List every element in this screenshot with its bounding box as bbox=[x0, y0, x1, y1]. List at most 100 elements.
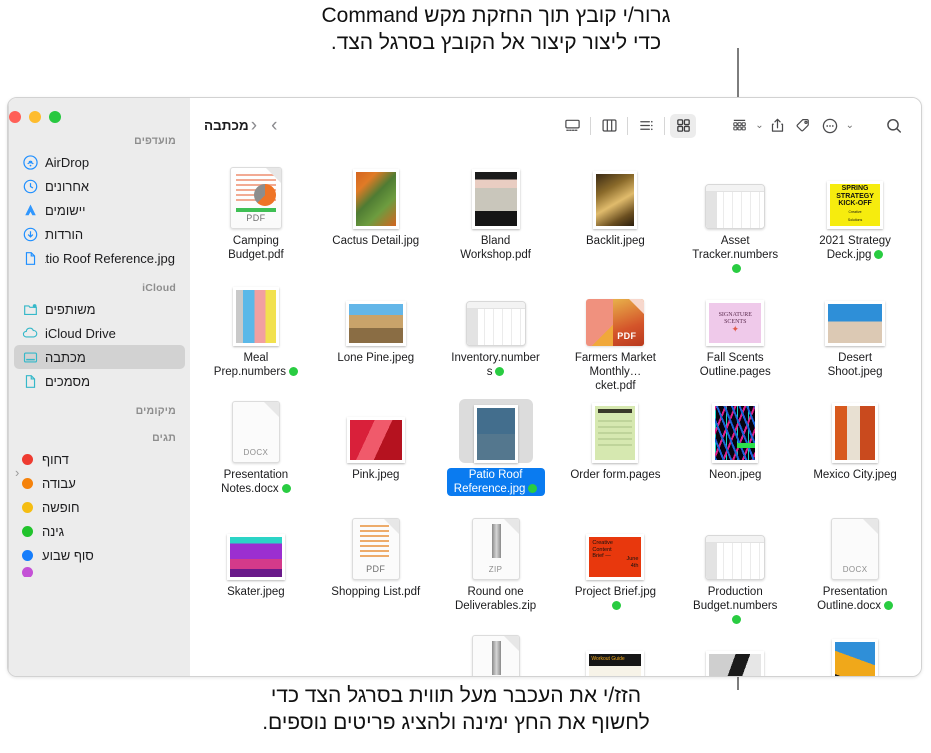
file-item[interactable]: PDF Camping Budget.pdf bbox=[196, 161, 316, 278]
file-thumbnail: PDF bbox=[578, 282, 652, 346]
group-by-button[interactable] bbox=[726, 114, 752, 138]
file-item[interactable] bbox=[675, 629, 795, 676]
file-item[interactable] bbox=[436, 629, 556, 676]
file-item[interactable] bbox=[196, 629, 316, 676]
tag-dot-red bbox=[22, 453, 33, 465]
tag-dot-green bbox=[281, 484, 291, 493]
file-item[interactable]: PDF Farmers Market Monthly…cket.pdf bbox=[556, 278, 676, 395]
zip-label: ZIP bbox=[488, 565, 503, 574]
back-button[interactable]: ‹ bbox=[251, 115, 257, 137]
chevron-left-icon[interactable]: ‹ bbox=[15, 466, 19, 479]
list-view-button[interactable] bbox=[633, 114, 659, 138]
sidebar-item-airdrop[interactable]: AirDrop bbox=[14, 150, 185, 174]
finder-window: מועדפים AirDrop אחרונים יישומים הורדות t… bbox=[7, 97, 922, 677]
minimize-button[interactable] bbox=[29, 111, 41, 123]
file-item[interactable]: SIGNATURE SCENTS ✦ Fall Scents Outline.pag… bbox=[675, 278, 795, 395]
docx-label: DOCX bbox=[842, 565, 868, 574]
file-item[interactable]: Backlit.jpeg bbox=[556, 161, 676, 278]
maximize-button[interactable] bbox=[49, 111, 61, 123]
file-item[interactable]: Desert Shoot.jpeg bbox=[795, 278, 915, 395]
group-by-control: ⌄ bbox=[726, 114, 764, 138]
forward-button[interactable]: › bbox=[271, 115, 277, 137]
file-item[interactable]: Skater.jpeg bbox=[196, 512, 316, 629]
sidebar-item-applications[interactable]: יישומים bbox=[14, 198, 185, 222]
tag-dot-blue bbox=[22, 549, 33, 561]
sidebar-item-desktop[interactable]: מכתבה bbox=[14, 345, 185, 369]
file-item[interactable]: Bland Workshop.pdf bbox=[436, 161, 556, 278]
sidebar-item-shared[interactable]: משותפים bbox=[14, 297, 185, 321]
file-item[interactable]: Inventory.numbers bbox=[436, 278, 556, 395]
sidebar-tag-work[interactable]: עבודה bbox=[14, 471, 185, 495]
sidebar-item-documents[interactable]: מסמכים bbox=[14, 369, 185, 393]
file-item[interactable]: Lone Pine.jpeg bbox=[316, 278, 436, 395]
document-icon bbox=[22, 373, 38, 389]
file-item[interactable]: Cactus Detail.jpg bbox=[316, 161, 436, 278]
file-item[interactable]: Neon.jpeg bbox=[675, 395, 795, 512]
sidebar-item-downloads[interactable]: הורדות bbox=[14, 222, 185, 246]
document-icon bbox=[22, 250, 38, 266]
sidebar-tag-partial[interactable] bbox=[14, 567, 185, 577]
gallery-view-button[interactable] bbox=[559, 114, 585, 138]
file-item[interactable]: Workout Guide bbox=[556, 629, 676, 676]
chevron-down-icon[interactable]: ⌄ bbox=[846, 120, 854, 131]
file-name: Backlit.jpeg bbox=[586, 235, 645, 247]
file-thumbnail bbox=[219, 282, 293, 346]
toolbar-separator bbox=[627, 116, 629, 135]
file-item[interactable]: Production Budget.numbers bbox=[675, 512, 795, 629]
file-thumbnail bbox=[578, 165, 652, 229]
file-name: Skater.jpeg bbox=[227, 586, 285, 598]
sidebar-item-label: משותפים bbox=[45, 301, 96, 317]
file-thumbnail bbox=[818, 399, 892, 463]
file-item[interactable]: PDF Shopping List.pdf bbox=[316, 512, 436, 629]
file-name: Farmers Market Monthly…cket.pdf bbox=[574, 352, 656, 392]
file-name: Patio Roof Reference.jpg bbox=[446, 468, 545, 496]
sidebar-item-icloud-drive[interactable]: iCloud Drive bbox=[14, 321, 185, 345]
sidebar-item-patio-roof-reference[interactable]: Patio Roof Reference.jpg bbox=[14, 246, 185, 270]
file-grid-container[interactable]: PDF Camping Budget.pdf Cactus Detail.jpg bbox=[190, 153, 921, 676]
sidebar-tag-vacation[interactable]: חופשה bbox=[14, 495, 185, 519]
file-thumbnail bbox=[219, 633, 293, 676]
file-item-selected[interactable]: Patio Roof Reference.jpg bbox=[436, 395, 556, 512]
file-thumbnail bbox=[698, 633, 772, 676]
sidebar-tag-weekend[interactable]: סוף שבוע bbox=[14, 543, 185, 567]
more-actions-button[interactable] bbox=[817, 114, 843, 138]
file-thumbnail: PDF bbox=[339, 516, 413, 580]
icon-view-button[interactable] bbox=[670, 113, 697, 138]
file-name: Shopping List.pdf bbox=[331, 586, 421, 598]
sidebar-tag-urgent[interactable]: דחוף bbox=[14, 447, 185, 471]
tag-dot-orange bbox=[22, 477, 33, 489]
sidebar-tag-garden[interactable]: גינה bbox=[14, 519, 185, 543]
file-name: 2021 Strategy Deck.jpg bbox=[806, 234, 904, 262]
file-item[interactable]: Mexico City.jpeg bbox=[795, 395, 915, 512]
file-item[interactable]: DOCX Presentation Outline.docx bbox=[795, 512, 915, 629]
file-item[interactable] bbox=[795, 629, 915, 676]
search-button[interactable] bbox=[881, 114, 907, 138]
more-control: ⌄ bbox=[817, 114, 855, 138]
file-item[interactable]: Pink.jpeg bbox=[316, 395, 436, 512]
file-item[interactable] bbox=[316, 629, 436, 676]
tag-dot-green bbox=[612, 601, 622, 610]
file-item[interactable]: ZIP Round one Deliverables.zip bbox=[436, 512, 556, 629]
tag-dot-green bbox=[289, 367, 299, 376]
close-button[interactable] bbox=[9, 111, 21, 123]
file-item[interactable]: Order form.pages bbox=[556, 395, 676, 512]
file-item[interactable]: Creative Content Brief — June 4th Project B… bbox=[556, 512, 676, 629]
tag-button[interactable] bbox=[791, 114, 817, 138]
tag-dot-green bbox=[495, 367, 505, 376]
sidebar-item-label: סוף שבוע bbox=[42, 547, 94, 563]
file-item[interactable]: DOCX Presentation Notes.docx bbox=[196, 395, 316, 512]
column-view-button[interactable] bbox=[596, 114, 622, 138]
file-item[interactable]: Asset Tracker.numbers bbox=[675, 161, 795, 278]
file-name-text: Presentation Notes.docx bbox=[221, 469, 289, 495]
sidebar-item-label: גינה bbox=[42, 523, 65, 539]
file-thumbnail bbox=[698, 399, 772, 463]
file-item[interactable]: Meal Prep.numbers bbox=[196, 278, 316, 395]
file-thumbnail: DOCX bbox=[818, 516, 892, 580]
downloads-icon bbox=[22, 226, 38, 242]
sidebar-item-recents[interactable]: אחרונים bbox=[14, 174, 185, 198]
file-name-text: Patio Roof Reference.jpg bbox=[453, 469, 526, 495]
file-item[interactable]: SPRING STRATEGY KICK-OFF Creative Solutions … bbox=[795, 161, 915, 278]
share-button[interactable] bbox=[765, 114, 791, 138]
chevron-down-icon[interactable]: ⌄ bbox=[755, 120, 763, 131]
tag-dot-green bbox=[874, 250, 884, 259]
